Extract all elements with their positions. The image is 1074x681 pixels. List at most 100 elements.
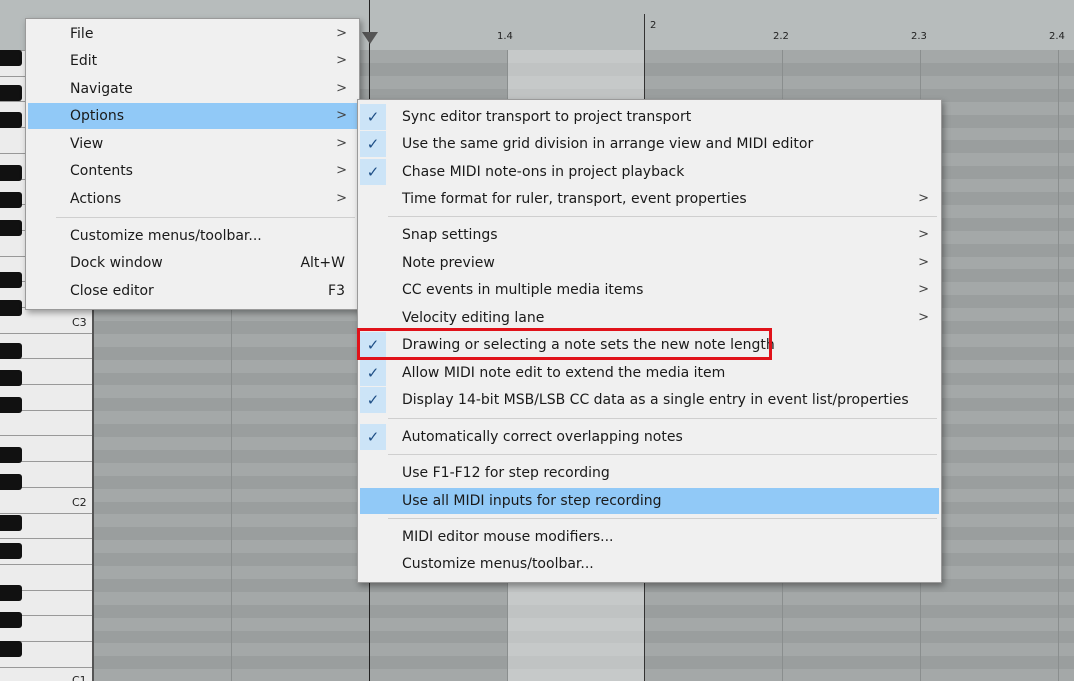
menu-item-actions[interactable]: Actions > [28, 186, 357, 212]
ruler-label: 2 [650, 20, 657, 31]
option-mouse-modifiers[interactable]: MIDI editor mouse modifiers... [360, 524, 939, 550]
menu-item-view[interactable]: View > [28, 131, 357, 157]
black-key[interactable] [0, 515, 22, 531]
black-key[interactable] [0, 585, 22, 601]
ruler-label: 1.4 [497, 31, 513, 42]
menu-item-label: Edit [70, 53, 98, 69]
chevron-right-icon: > [918, 310, 929, 325]
black-key[interactable] [0, 50, 22, 66]
checkmark-icon: ✓ [360, 104, 386, 130]
chevron-right-icon: > [918, 227, 929, 242]
option-sync-transport[interactable]: ✓ Sync editor transport to project trans… [360, 104, 939, 130]
option-customize-menus[interactable]: Customize menus/toolbar... [360, 551, 939, 577]
black-key[interactable] [0, 641, 22, 657]
menu-item-close-editor[interactable]: Close editor F3 [28, 278, 357, 304]
menu-separator [388, 418, 937, 419]
option-all-midi-inputs-step[interactable]: Use all MIDI inputs for step recording [360, 488, 939, 514]
menu-item-label: Use all MIDI inputs for step recording [402, 493, 662, 509]
black-key[interactable] [0, 343, 22, 359]
checkmark-icon: ✓ [360, 159, 386, 185]
option-chase-midi-note-ons[interactable]: ✓ Chase MIDI note-ons in project playbac… [360, 159, 939, 185]
option-f1-f12-step[interactable]: Use F1-F12 for step recording [360, 460, 939, 486]
white-key-divider [0, 333, 92, 334]
menu-item-file[interactable]: File > [28, 21, 357, 47]
checkmark-icon: ✓ [360, 360, 386, 386]
menu-item-label: View [70, 136, 104, 152]
option-time-format[interactable]: Time format for ruler, transport, event … [360, 186, 939, 212]
black-key[interactable] [0, 300, 22, 316]
menu-item-label: Customize menus/toolbar... [70, 228, 262, 244]
menu-item-label: Dock window [70, 255, 163, 271]
menu-item-dock-window[interactable]: Dock window Alt+W [28, 250, 357, 276]
black-key[interactable] [0, 272, 22, 288]
menu-item-label: Close editor [70, 283, 154, 299]
menu-item-shortcut: Alt+W [300, 255, 345, 271]
menu-item-label: Sync editor transport to project transpo… [402, 109, 692, 125]
black-key[interactable] [0, 447, 22, 463]
menu-separator [388, 216, 937, 217]
menu-item-customize[interactable]: Customize menus/toolbar... [28, 223, 357, 249]
menu-item-label: Snap settings [402, 227, 498, 243]
menu-item-label: Options [70, 108, 125, 124]
white-key-divider [0, 435, 92, 436]
black-key[interactable] [0, 397, 22, 413]
option-note-preview[interactable]: Note preview > [360, 250, 939, 276]
black-key[interactable] [0, 85, 22, 101]
menu-item-label: Customize menus/toolbar... [402, 556, 594, 572]
checkmark-icon: ✓ [360, 387, 386, 413]
chevron-right-icon: > [336, 26, 347, 41]
menu-item-contents[interactable]: Contents > [28, 158, 357, 184]
menu-item-label: Display 14-bit MSB/LSB CC data as a sing… [402, 392, 909, 408]
menu-item-label: Contents [70, 163, 133, 179]
menu-item-navigate[interactable]: Navigate > [28, 76, 357, 102]
context-menu: File > Edit > Navigate > Options > View … [25, 18, 360, 310]
white-key-divider [0, 513, 92, 514]
menu-item-shortcut: F3 [328, 283, 345, 299]
black-key[interactable] [0, 112, 22, 128]
menu-item-label: CC events in multiple media items [402, 282, 644, 298]
black-key[interactable] [0, 370, 22, 386]
option-snap-settings[interactable]: Snap settings > [360, 222, 939, 248]
chevron-right-icon: > [918, 255, 929, 270]
menu-separator [56, 217, 355, 218]
midi-editor-window: 1.4 2 2.2 2.3 2.4 C3 C2 C1 File > Edit >… [0, 0, 1074, 681]
black-key[interactable] [0, 612, 22, 628]
chevron-right-icon: > [336, 136, 347, 151]
black-key[interactable] [0, 474, 22, 490]
annotation-highlight-box [357, 328, 772, 360]
chevron-right-icon: > [336, 191, 347, 206]
menu-item-label: Note preview [402, 255, 495, 271]
menu-item-label: Chase MIDI note-ons in project playback [402, 164, 685, 180]
ruler-label: 2.3 [911, 31, 927, 42]
octave-label-c2: C2 [72, 496, 87, 509]
playhead-marker-icon[interactable] [362, 32, 378, 44]
option-cc-events[interactable]: CC events in multiple media items > [360, 277, 939, 303]
black-key[interactable] [0, 165, 22, 181]
option-same-grid-division[interactable]: ✓ Use the same grid division in arrange … [360, 131, 939, 157]
option-extend-media-item[interactable]: ✓ Allow MIDI note edit to extend the med… [360, 360, 939, 386]
chevron-right-icon: > [918, 282, 929, 297]
menu-item-edit[interactable]: Edit > [28, 48, 357, 74]
checkmark-icon: ✓ [360, 131, 386, 157]
menu-item-label: Use F1-F12 for step recording [402, 465, 610, 481]
menu-item-label: Allow MIDI note edit to extend the media… [402, 365, 726, 381]
menu-item-label: Use the same grid division in arrange vi… [402, 136, 814, 152]
octave-label-c1: C1 [72, 674, 87, 681]
chevron-right-icon: > [336, 163, 347, 178]
black-key[interactable] [0, 220, 22, 236]
chevron-right-icon: > [336, 53, 347, 68]
checkmark-icon: ✓ [360, 424, 386, 450]
menu-item-label: Actions [70, 191, 122, 207]
option-14bit-cc[interactable]: ✓ Display 14-bit MSB/LSB CC data as a si… [360, 387, 939, 413]
black-key[interactable] [0, 543, 22, 559]
menu-separator [388, 518, 937, 519]
menu-item-options[interactable]: Options > [28, 103, 357, 129]
option-correct-overlapping[interactable]: ✓ Automatically correct overlapping note… [360, 424, 939, 450]
white-key-divider [0, 667, 92, 668]
chevron-right-icon: > [918, 191, 929, 206]
menu-item-label: Time format for ruler, transport, event … [402, 191, 747, 207]
menu-item-label: File [70, 26, 94, 42]
white-key-divider [0, 564, 92, 565]
menu-item-label: Navigate [70, 81, 133, 97]
black-key[interactable] [0, 192, 22, 208]
